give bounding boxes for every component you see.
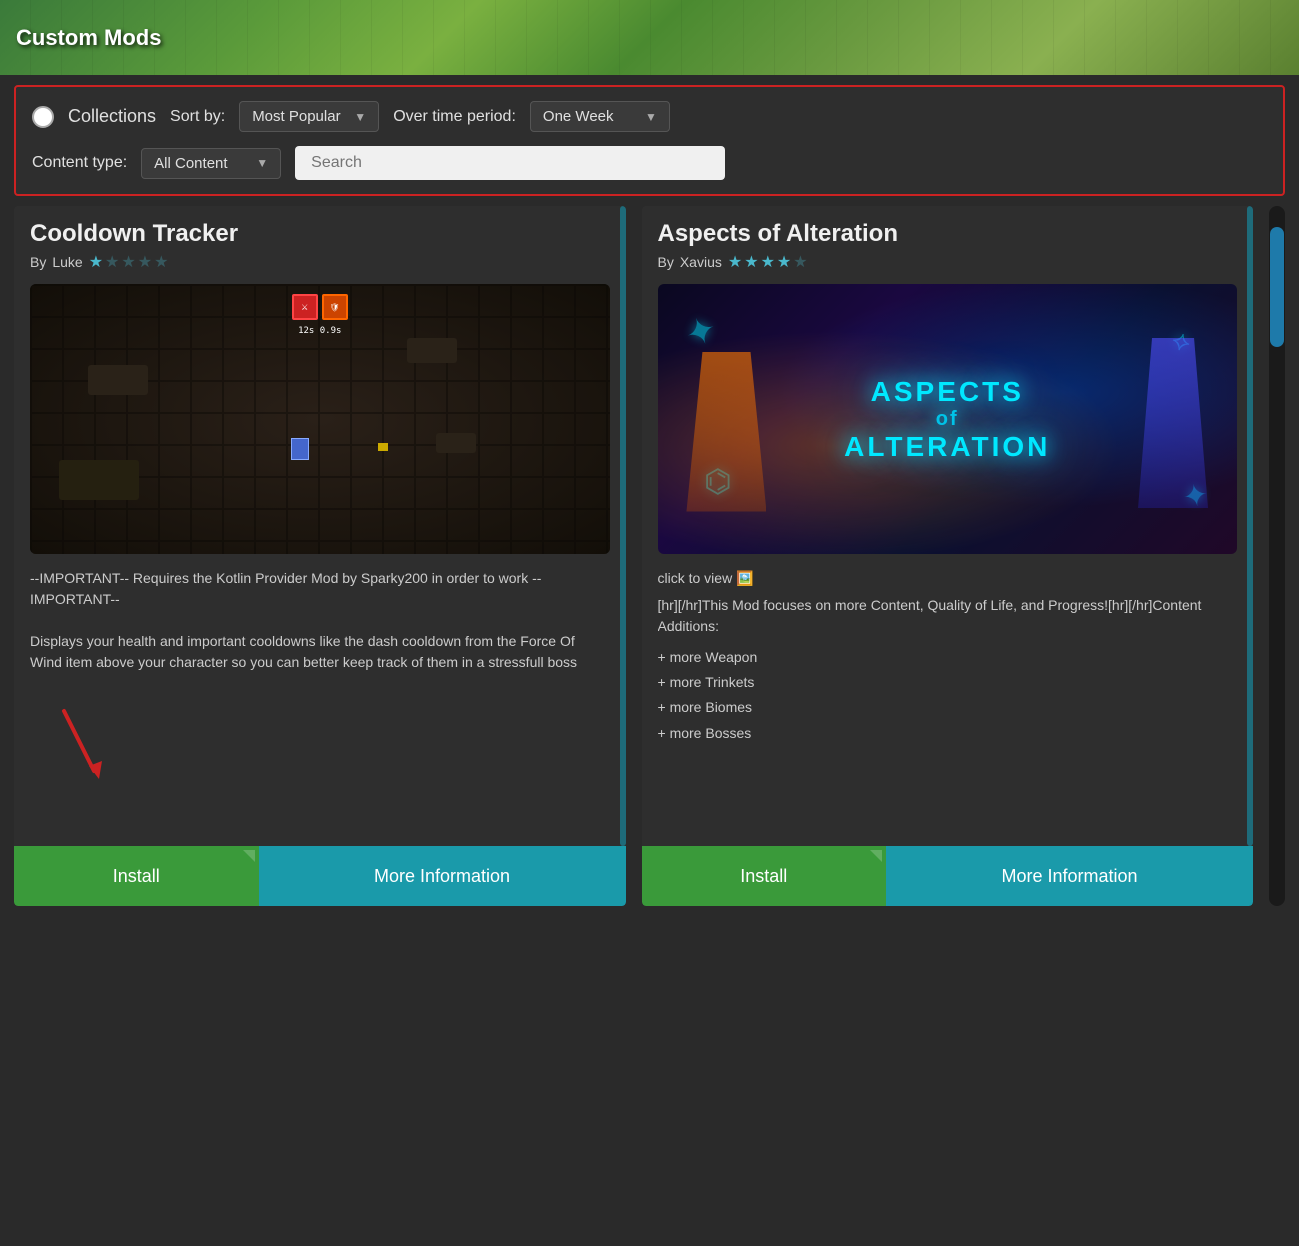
mod-description: --IMPORTANT-- Requires the Kotlin Provid… (30, 568, 610, 836)
hud-box-2: 🛡 (322, 294, 348, 320)
star-3: ★ (761, 252, 775, 272)
star-2: ★ (105, 252, 119, 272)
title-line2: of (844, 408, 1050, 431)
content-type-arrow-icon: ▼ (256, 156, 268, 170)
star-rating-2: ★ ★ ★ ★ ★ (728, 252, 808, 272)
item-drop (378, 443, 388, 451)
card-scroll-indicator-2[interactable] (1247, 206, 1253, 846)
timer-label: 12s 0.9s (298, 326, 341, 336)
mod-card-inner-2: Aspects of Alteration By Xavius ★ ★ ★ ★ … (642, 206, 1254, 836)
mod-thumbnail-aspects: ✦ ⟡ ⌬ ✦ ASPECTS of ALTERATION (658, 284, 1238, 554)
period-arrow-icon: ▼ (645, 110, 657, 124)
star-3: ★ (121, 252, 135, 272)
scrollbar-thumb[interactable] (1270, 227, 1284, 347)
title-line1: ASPECTS (844, 376, 1050, 408)
star-4: ★ (138, 252, 152, 272)
mod-author: By Luke ★ ★ ★ ★ ★ (30, 252, 610, 272)
card-actions-2: Install More Information (642, 846, 1254, 906)
list-item-2: + more Trinkets (658, 670, 1238, 695)
thumbnail-art: ⚔ 🛡 12s 0.9s (30, 284, 610, 554)
collections-label: Collections (68, 106, 156, 127)
desc-p2: Displays your health and important coold… (30, 631, 610, 673)
star-5: ★ (793, 252, 807, 272)
more-info-button-aspects[interactable]: More Information (886, 846, 1253, 906)
rock-2 (436, 433, 476, 453)
list-item-4: + more Bosses (658, 721, 1238, 746)
period-label: Over time period: (393, 108, 516, 126)
mod-thumbnail-cooldown: ⚔ 🛡 12s 0.9s (30, 284, 610, 554)
main-scrollbar[interactable] (1269, 206, 1285, 906)
card-actions: Install More Information (14, 846, 626, 906)
star-5: ★ (154, 252, 168, 272)
star-1: ★ (89, 252, 103, 272)
star-4: ★ (777, 252, 791, 272)
content-type-label: Content type: (32, 154, 127, 172)
page-title: Custom Mods (16, 25, 161, 51)
mod-title: Cooldown Tracker (30, 220, 610, 248)
desc-p1: --IMPORTANT-- Requires the Kotlin Provid… (30, 568, 610, 610)
hud-box-1: ⚔ (292, 294, 318, 320)
more-info-button-cooldown[interactable]: More Information (259, 846, 626, 906)
mod-card-cooldown-tracker: Cooldown Tracker By Luke ★ ★ ★ ★ ★ (14, 206, 626, 906)
player-sprite (291, 438, 309, 460)
rock-4 (407, 338, 457, 363)
star-rating: ★ ★ ★ ★ ★ (89, 252, 169, 272)
author-name-2: Xavius (680, 254, 722, 270)
content-area: Cooldown Tracker By Luke ★ ★ ★ ★ ★ (0, 206, 1299, 906)
thumbnail-art-2: ✦ ⟡ ⌬ ✦ ASPECTS of ALTERATION (658, 284, 1238, 554)
period-dropdown[interactable]: One Week ▼ (530, 101, 670, 132)
filter-bar: Collections Sort by: Most Popular ▼ Over… (14, 85, 1285, 196)
mod-list: + more Weapon + more Trinkets + more Bio… (658, 645, 1238, 746)
by-label-2: By (658, 254, 674, 270)
install-button-cooldown[interactable]: Install (14, 846, 259, 906)
sort-by-dropdown[interactable]: Most Popular ▼ (239, 101, 379, 132)
rock-3 (59, 460, 139, 500)
install-button-aspects[interactable]: Install (642, 846, 887, 906)
title-line3: ALTERATION (844, 431, 1050, 463)
sort-by-label: Sort by: (170, 108, 225, 126)
rock-1 (88, 365, 148, 395)
search-input[interactable] (295, 146, 725, 180)
period-value: One Week (543, 108, 614, 125)
star-2: ★ (744, 252, 758, 272)
star-1: ★ (728, 252, 742, 272)
by-label: By (30, 254, 46, 270)
mod-card-aspects: Aspects of Alteration By Xavius ★ ★ ★ ★ … (642, 206, 1254, 906)
mod-description-2: click to view 🖼️ [hr][/hr]This Mod focus… (658, 568, 1238, 836)
collections-radio[interactable] (32, 106, 54, 128)
header-banner: Custom Mods (0, 0, 1299, 75)
sort-by-value: Most Popular (252, 108, 340, 125)
hud-items: ⚔ 🛡 (292, 294, 348, 320)
desc-p1-2: click to view 🖼️ (658, 568, 1238, 589)
filter-row-bottom: Content type: All Content ▼ (32, 146, 1267, 180)
author-name: Luke (52, 254, 82, 270)
desc-p2-2: [hr][/hr]This Mod focuses on more Conten… (658, 595, 1238, 637)
list-item-1: + more Weapon (658, 645, 1238, 670)
dungeon-walls (30, 284, 610, 554)
sort-by-arrow-icon: ▼ (354, 110, 366, 124)
filter-row-top: Collections Sort by: Most Popular ▼ Over… (32, 101, 1267, 132)
list-item-3: + more Biomes (658, 695, 1238, 720)
mod-author-2: By Xavius ★ ★ ★ ★ ★ (658, 252, 1238, 272)
mods-grid: Cooldown Tracker By Luke ★ ★ ★ ★ ★ (14, 206, 1253, 906)
content-type-dropdown[interactable]: All Content ▼ (141, 148, 281, 179)
mod-title-2: Aspects of Alteration (658, 220, 1238, 248)
content-type-value: All Content (154, 155, 227, 172)
aspects-text: ASPECTS of ALTERATION (844, 376, 1050, 463)
mod-card-inner: Cooldown Tracker By Luke ★ ★ ★ ★ ★ (14, 206, 626, 836)
card-scroll-indicator[interactable] (620, 206, 626, 846)
